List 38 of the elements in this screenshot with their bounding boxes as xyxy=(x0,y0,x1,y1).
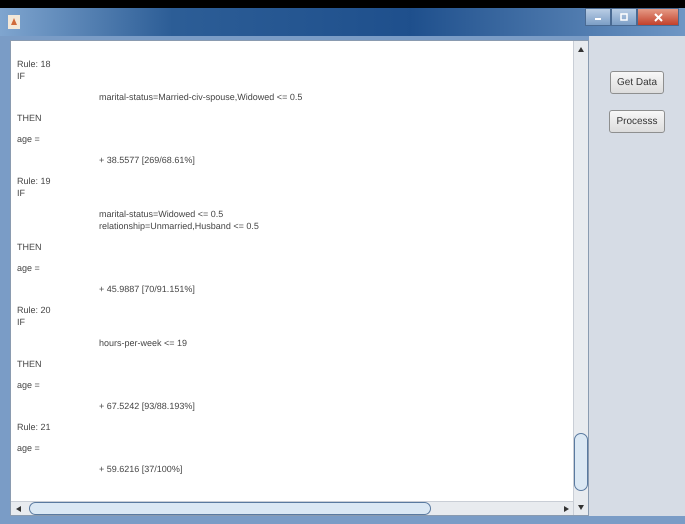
label-text: Rule: 20 xyxy=(17,305,52,316)
close-icon xyxy=(654,12,662,22)
action-button[interactable]: Get Data xyxy=(610,71,664,94)
label-text: THEN xyxy=(17,242,42,253)
label-text: age = xyxy=(17,134,41,145)
label-text: Rule: 19 xyxy=(17,176,52,187)
action-button[interactable]: Processs xyxy=(609,110,665,133)
condition-text: relationship=Unmarried,Husband <= 0.5 xyxy=(98,221,260,232)
value-text: + 45.9887 [70/91.151%] xyxy=(98,284,196,295)
label-text: Rule: 18 xyxy=(17,59,52,70)
scroll-thumb[interactable] xyxy=(574,433,588,491)
scroll-left-icon[interactable] xyxy=(16,506,20,512)
vertical-scrollbar[interactable] xyxy=(573,41,588,515)
scroll-up-icon[interactable] xyxy=(578,46,584,52)
scroll-right-icon[interactable] xyxy=(564,506,568,512)
value-text: + 67.5242 [93/88.193%] xyxy=(98,401,196,412)
close-button[interactable] xyxy=(637,8,679,26)
label-text: Rule: 21 xyxy=(17,422,52,433)
label-text: THEN xyxy=(17,359,42,370)
scroll-down-icon[interactable] xyxy=(578,504,584,510)
maximize-button[interactable] xyxy=(611,8,637,26)
label-text: age = xyxy=(17,263,41,274)
label-text: age = xyxy=(17,443,41,454)
label-text: IF xyxy=(17,188,26,199)
horizontal-scrollbar[interactable] xyxy=(11,501,573,515)
scroll-thumb[interactable] xyxy=(29,502,431,515)
condition-text: hours-per-week <= 19 xyxy=(98,338,188,349)
condition-text: marital-status=Widowed <= 0.5 xyxy=(98,209,224,220)
minimize-button[interactable] xyxy=(585,8,611,26)
condition-text: marital-status=Married-civ-spouse,Widowed <= 0.5 xyxy=(98,92,304,103)
maximize-icon xyxy=(620,13,628,21)
value-text: + 38.5577 [269/68.61%] xyxy=(98,155,196,166)
value-text: + 59.6216 [37/100%] xyxy=(98,464,184,475)
label-text: IF xyxy=(17,71,26,82)
label-text: IF xyxy=(17,317,26,328)
label-text: THEN xyxy=(17,113,42,124)
label-text: age = xyxy=(17,380,41,391)
app-icon xyxy=(8,15,20,29)
